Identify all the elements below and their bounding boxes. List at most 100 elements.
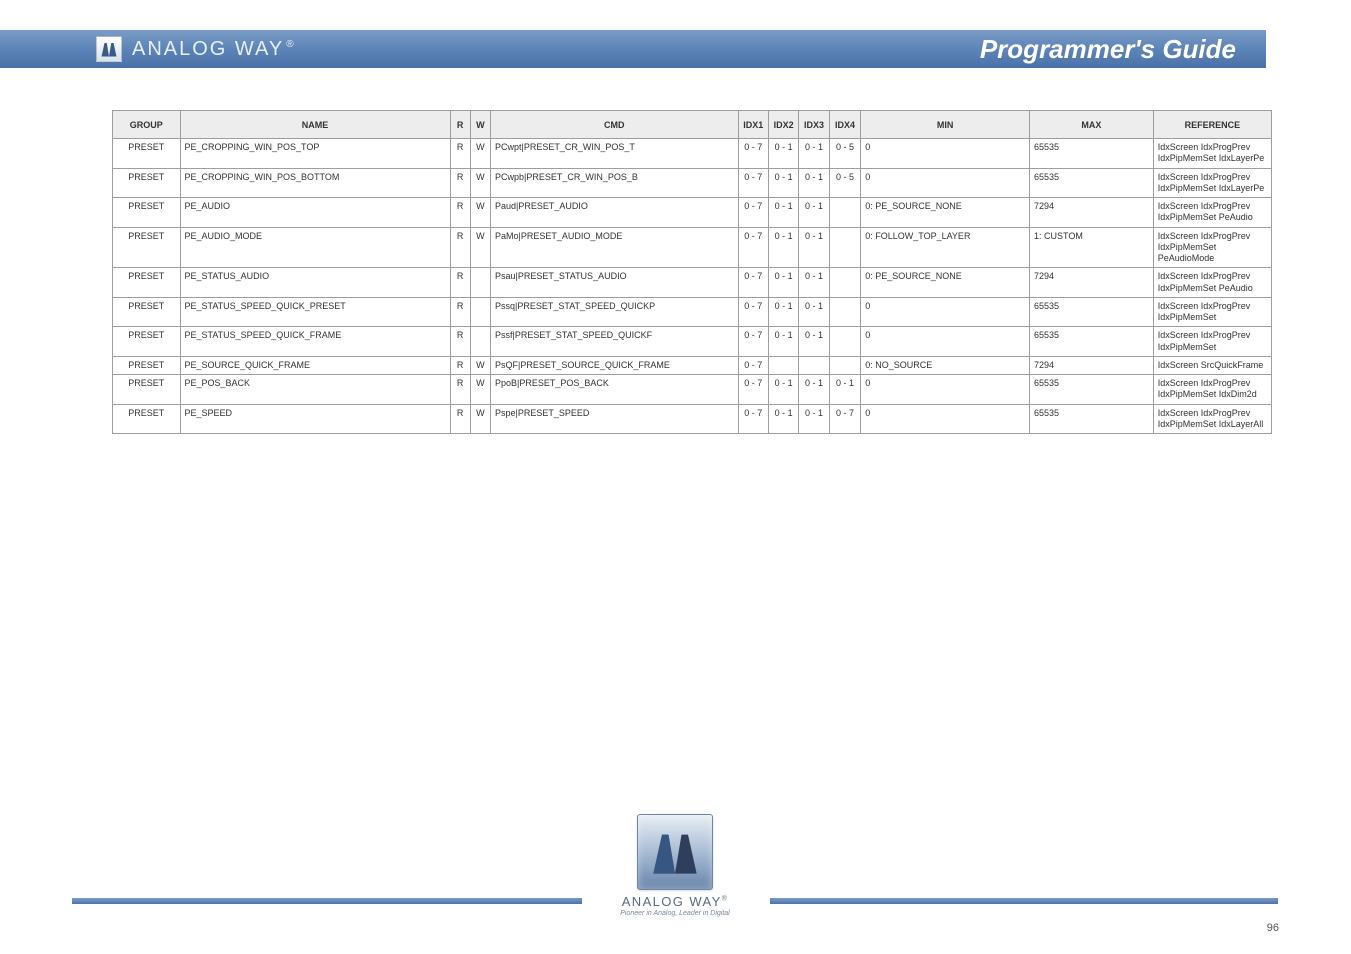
cell-cmd: PaMo|PRESET_AUDIO_MODE (491, 227, 739, 268)
footer-reg-mark: ® (722, 896, 729, 903)
cell-ref: IdxScreen IdxProgPrev IdxPipMemSet IdxDi… (1153, 375, 1271, 405)
cell-max: 65535 (1030, 327, 1154, 357)
cell-cmd: PCwpt|PRESET_CR_WIN_POS_T (491, 139, 739, 169)
brand-logo-area: ANALOG WAY® (96, 36, 296, 62)
cell-r: R (450, 227, 470, 268)
cell-i1: 0 - 7 (738, 375, 768, 405)
cell-name: PE_AUDIO (180, 198, 450, 228)
cell-r: R (450, 404, 470, 434)
cell-i3: 0 - 1 (799, 297, 829, 327)
cell-min: 0 (861, 139, 1030, 169)
cell-i4 (829, 268, 861, 298)
table-row: PRESETPE_CROPPING_WIN_POS_BOTTOMRWPCwpb|… (113, 168, 1272, 198)
cell-w: W (470, 198, 490, 228)
footer-logo-icon (637, 814, 713, 890)
cell-cmd: Pssf|PRESET_STAT_SPEED_QUICKF (491, 327, 739, 357)
cell-ref: IdxScreen IdxProgPrev IdxPipMemSet (1153, 297, 1271, 327)
cell-max: 65535 (1030, 404, 1154, 434)
cell-r: R (450, 327, 470, 357)
cell-ref: IdxScreen IdxProgPrev IdxPipMemSet PeAud… (1153, 268, 1271, 298)
header-bar: ANALOG WAY® Programmer's Guide (0, 30, 1266, 68)
page-number: 96 (1267, 922, 1279, 934)
cell-name: PE_STATUS_SPEED_QUICK_PRESET (180, 297, 450, 327)
brand-logo-icon (96, 36, 122, 62)
cell-min: 0 (861, 327, 1030, 357)
cell-i2: 0 - 1 (768, 375, 798, 405)
cell-i4: 0 - 1 (829, 375, 861, 405)
cell-w: W (470, 227, 490, 268)
cell-min: 0: PE_SOURCE_NONE (861, 268, 1030, 298)
cell-i3: 0 - 1 (799, 198, 829, 228)
table-row: PRESETPE_AUDIORWPaud|PRESET_AUDIO0 - 70 … (113, 198, 1272, 228)
cell-i3: 0 - 1 (799, 139, 829, 169)
cell-i2: 0 - 1 (768, 168, 798, 198)
col-w-header: W (470, 111, 490, 139)
cell-ref: IdxScreen IdxProgPrev IdxPipMemSet (1153, 327, 1271, 357)
cell-r: R (450, 268, 470, 298)
cell-w (470, 327, 490, 357)
cell-w: W (470, 404, 490, 434)
aw-mark-icon (100, 40, 118, 58)
main-content: GROUP NAME R W CMD IDX1 IDX2 IDX3 IDX4 M… (112, 110, 1272, 434)
table-row: PRESETPE_STATUS_AUDIORPsau|PRESET_STATUS… (113, 268, 1272, 298)
table-row: PRESETPE_SPEEDRWPspe|PRESET_SPEED0 - 70 … (113, 404, 1272, 434)
cell-r: R (450, 375, 470, 405)
cell-i3: 0 - 1 (799, 268, 829, 298)
aw-mark-large-icon (649, 826, 701, 878)
cell-min: 0 (861, 168, 1030, 198)
cell-min: 0 (861, 297, 1030, 327)
table-row: PRESETPE_SOURCE_QUICK_FRAMERWPsQF|PRESET… (113, 356, 1272, 374)
cell-r: R (450, 139, 470, 169)
cell-r: R (450, 297, 470, 327)
cell-ref: IdxScreen IdxProgPrev IdxPipMemSet IdxLa… (1153, 404, 1271, 434)
cell-i3: 0 - 1 (799, 375, 829, 405)
cell-min: 0 (861, 404, 1030, 434)
page-title: Programmer's Guide (980, 34, 1236, 65)
cell-i4 (829, 327, 861, 357)
cell-group: PRESET (113, 327, 181, 357)
cell-name: PE_POS_BACK (180, 375, 450, 405)
brand-text: ANALOG WAY® (132, 38, 296, 61)
cell-w (470, 268, 490, 298)
table-row: PRESETPE_STATUS_SPEED_QUICK_FRAMERPssf|P… (113, 327, 1272, 357)
table-row: PRESETPE_AUDIO_MODERWPaMo|PRESET_AUDIO_M… (113, 227, 1272, 268)
cell-w: W (470, 139, 490, 169)
cell-max: 7294 (1030, 268, 1154, 298)
cell-group: PRESET (113, 375, 181, 405)
cell-w: W (470, 168, 490, 198)
cell-group: PRESET (113, 227, 181, 268)
col-name-header: NAME (180, 111, 450, 139)
cell-r: R (450, 356, 470, 374)
cell-i2: 0 - 1 (768, 227, 798, 268)
cell-cmd: Pspe|PRESET_SPEED (491, 404, 739, 434)
cell-i4 (829, 198, 861, 228)
col-i1-header: IDX1 (738, 111, 768, 139)
cell-i4 (829, 227, 861, 268)
cell-min: 0: FOLLOW_TOP_LAYER (861, 227, 1030, 268)
cell-i1: 0 - 7 (738, 327, 768, 357)
cell-group: PRESET (113, 139, 181, 169)
cell-group: PRESET (113, 168, 181, 198)
cell-name: PE_CROPPING_WIN_POS_TOP (180, 139, 450, 169)
cell-r: R (450, 198, 470, 228)
cell-i3: 0 - 1 (799, 168, 829, 198)
cell-max: 65535 (1030, 297, 1154, 327)
cell-i3: 0 - 1 (799, 227, 829, 268)
cell-cmd: PCwpb|PRESET_CR_WIN_POS_B (491, 168, 739, 198)
cell-i1: 0 - 7 (738, 198, 768, 228)
cell-w: W (470, 375, 490, 405)
cell-i2: 0 - 1 (768, 139, 798, 169)
command-table: GROUP NAME R W CMD IDX1 IDX2 IDX3 IDX4 M… (112, 110, 1272, 434)
table-header-row: GROUP NAME R W CMD IDX1 IDX2 IDX3 IDX4 M… (113, 111, 1272, 139)
col-i2-header: IDX2 (768, 111, 798, 139)
cell-group: PRESET (113, 404, 181, 434)
cell-i4 (829, 297, 861, 327)
cell-max: 65535 (1030, 168, 1154, 198)
cell-group: PRESET (113, 268, 181, 298)
cell-name: PE_CROPPING_WIN_POS_BOTTOM (180, 168, 450, 198)
cell-i4: 0 - 7 (829, 404, 861, 434)
cell-i1: 0 - 7 (738, 168, 768, 198)
cell-i4: 0 - 5 (829, 139, 861, 169)
cell-r: R (450, 168, 470, 198)
cell-max: 65535 (1030, 375, 1154, 405)
